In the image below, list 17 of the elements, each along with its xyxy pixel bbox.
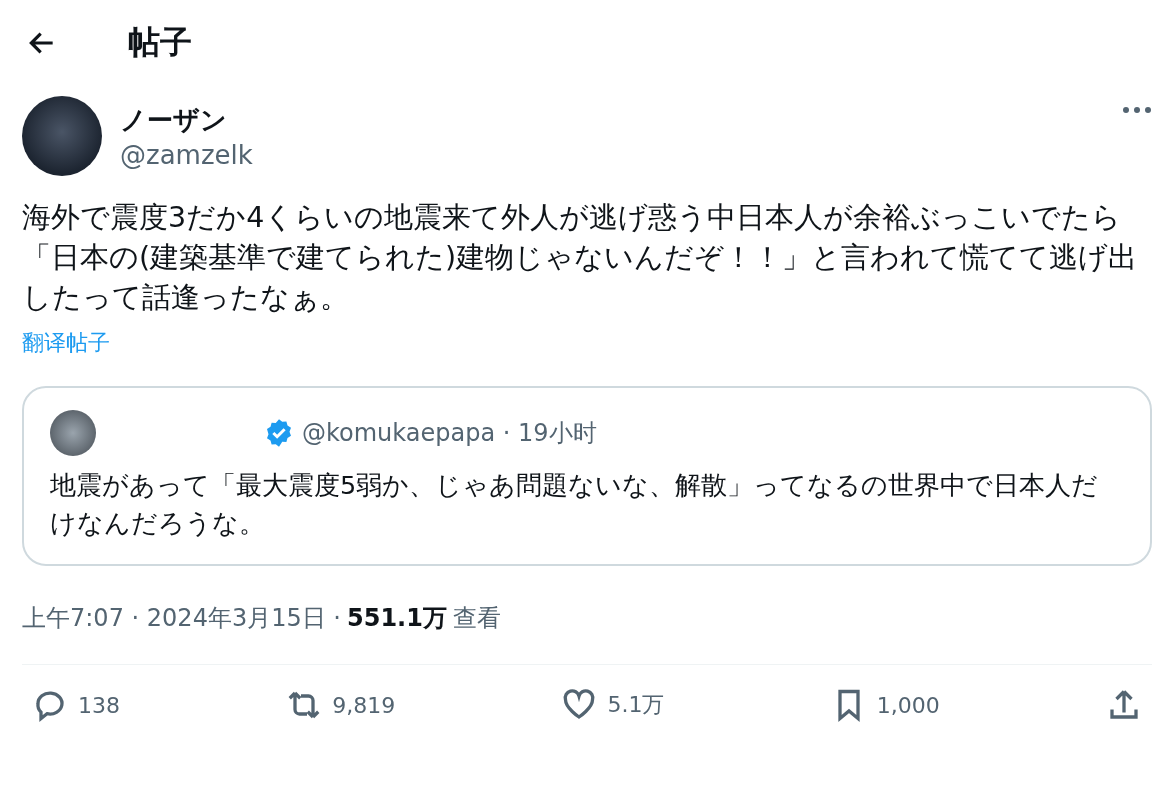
author-handle: @zamzelk bbox=[120, 139, 254, 170]
views-label: 查看 bbox=[452, 603, 501, 634]
page-title: 帖子 bbox=[128, 22, 192, 63]
like-button[interactable]: 5.1万 bbox=[561, 687, 665, 723]
quoted-post-card[interactable]: @komukaepapa · 19小时 地震があって「最大震度5弱か、じゃあ問題ないな、解散」ってなるの世界中で日本人だけなんだろうな。 bbox=[22, 386, 1152, 566]
quoted-avatar bbox=[50, 410, 96, 456]
quoted-handle: @komukaepapa · 19小时 bbox=[302, 418, 597, 449]
bookmark-button[interactable]: 1,000 bbox=[830, 687, 940, 723]
reply-button[interactable]: 138 bbox=[32, 687, 120, 723]
repost-button[interactable]: 9,819 bbox=[286, 687, 396, 723]
post-text: 海外で震度3だか4くらいの地震来て外人が逃げ惑う中日本人が余裕ぶっこいでたら「日本の(建築基準で建てられた)建物じゃないんだぞ！！」と言われて慌てて逃げ出したって話逢ったなぁ。 bbox=[22, 200, 1139, 316]
quoted-text: 地震があって「最大震度5弱か、じゃあ問題ないな、解散」ってなるの世界中で日本人だけなんだろうな。 bbox=[50, 469, 1100, 540]
post-timestamp: 上午7:07 · 2024年3月15日 · bbox=[22, 603, 341, 634]
view-count: 551.1万 bbox=[347, 603, 447, 634]
more-icon bbox=[1122, 106, 1152, 114]
author-name: ノーザン bbox=[120, 103, 228, 137]
more-button[interactable] bbox=[1122, 106, 1152, 114]
